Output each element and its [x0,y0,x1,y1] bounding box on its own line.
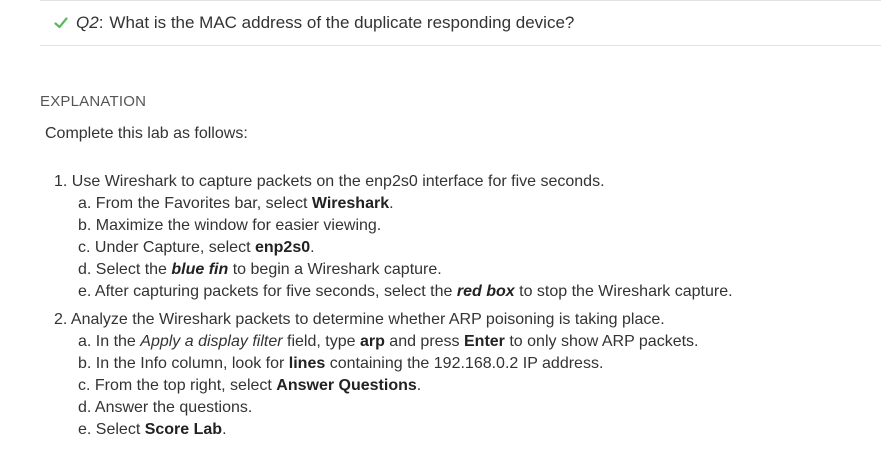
check-icon [54,15,70,31]
step-text: 1. Use Wireshark to capture packets on t… [54,173,605,190]
question-colon: : [98,13,104,32]
question-text: What is the MAC address of the duplicate… [109,13,575,32]
explanation-heading: EXPLANATION [40,93,147,110]
substep-2a: a. In the Apply a display filter field, … [78,333,699,350]
substep-2d: d. Answer the questions. [78,399,253,416]
step-1: 1. Use Wireshark to capture packets on t… [54,171,874,303]
substep-1e: e. After capturing packets for five seco… [78,283,733,300]
substep-2c: c. From the top right, select Answer Que… [78,377,422,394]
step-2: 2. Analyze the Wireshark packets to dete… [54,309,874,441]
explanation-intro: Complete this lab as follows: [45,125,248,142]
substep-1a: a. From the Favorites bar, select Wiresh… [78,195,394,212]
substep-1b: b. Maximize the window for easier viewin… [78,217,382,234]
steps-list: 1. Use Wireshark to capture packets on t… [54,171,874,447]
substeps: a. From the Favorites bar, select Wiresh… [54,193,874,303]
substep-1c: c. Under Capture, select enp2s0. [78,239,315,256]
substep-1d: d. Select the blue fin to begin a Wiresh… [78,261,442,278]
substeps: a. In the Apply a display filter field, … [54,331,874,441]
step-text: 2. Analyze the Wireshark packets to dete… [54,311,665,328]
question-number: Q2 [76,13,99,32]
substep-2e: e. Select Score Lab. [78,421,227,438]
substep-2b: b. In the Info column, look for lines co… [78,355,604,372]
question-row[interactable]: Q2: What is the MAC address of the dupli… [40,0,881,46]
